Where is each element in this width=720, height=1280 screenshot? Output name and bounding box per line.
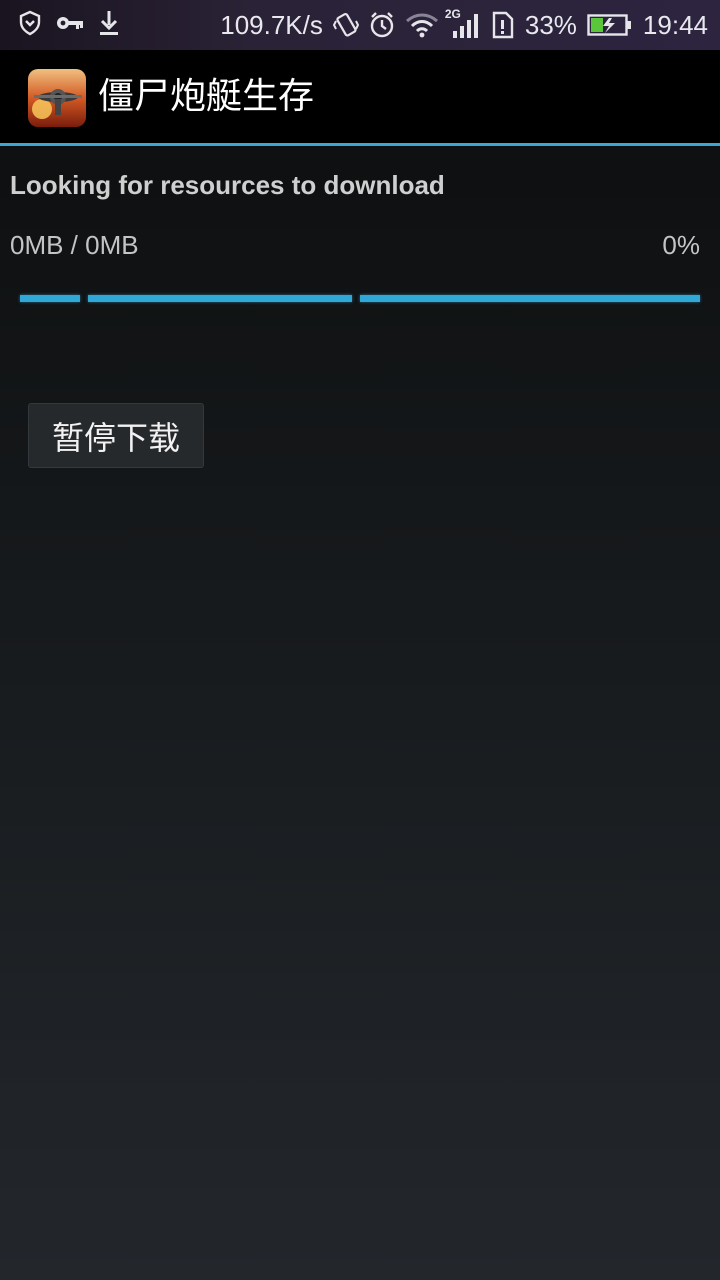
clock: 19:44 (642, 10, 708, 40)
sim-icon (491, 11, 515, 39)
progress-segment (20, 295, 80, 302)
vibrate-icon (332, 11, 359, 39)
battery-charging-icon (587, 12, 633, 38)
progress-segment (88, 295, 352, 302)
wifi-icon (405, 12, 439, 38)
download-progress-bar (20, 295, 700, 303)
action-bar: 僵尸炮艇生存 (0, 50, 720, 143)
progress-segment (360, 295, 700, 302)
download-size-progress: 0MB / 0MB (10, 230, 139, 260)
app-title: 僵尸炮艇生存 (98, 76, 315, 117)
download-percent: 0% (662, 230, 700, 260)
network-type-label: 2G (444, 7, 461, 21)
status-right-area: 109.7K/s 2G 33% 19:44 (220, 0, 708, 50)
battery-percent: 33% (524, 10, 577, 40)
status-left-icons (18, 10, 120, 36)
key-icon (56, 13, 84, 33)
pause-download-button[interactable]: 暂停下载 (28, 403, 204, 468)
signal-icon: 2G (445, 7, 481, 39)
action-bar-divider (0, 143, 720, 146)
download-icon (98, 10, 120, 36)
shield-icon (18, 10, 42, 36)
alarm-icon (369, 11, 395, 39)
download-status-text: Looking for resources to download (10, 170, 445, 200)
status-bar: 109.7K/s 2G 33% 19:44 (0, 0, 720, 50)
network-speed: 109.7K/s (220, 10, 323, 40)
game-app-icon[interactable] (28, 69, 86, 127)
